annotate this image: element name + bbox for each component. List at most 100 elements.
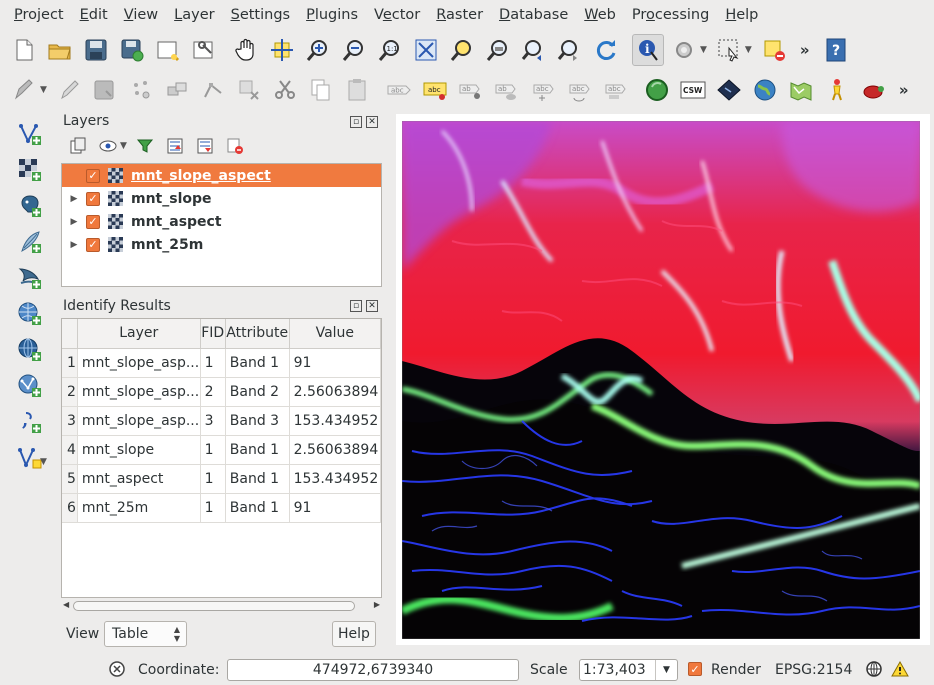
render-checkbox[interactable]: ✓: [688, 662, 702, 676]
save-project-icon[interactable]: [80, 34, 112, 66]
layer-item[interactable]: ▶ ✓ mnt_slope: [62, 187, 381, 210]
table-row[interactable]: 5 mnt_aspect 1 Band 1 153.434952: [62, 464, 381, 494]
zoom-next-icon[interactable]: [554, 34, 586, 66]
red-turtle-icon[interactable]: [857, 74, 889, 106]
close-panel-icon[interactable]: ✕: [366, 116, 378, 128]
layer-item[interactable]: ✓ mnt_slope_aspect: [62, 164, 381, 187]
label-show-hide-icon[interactable]: ab: [491, 74, 523, 106]
scale-combobox[interactable]: 1:73,403 ▼: [579, 659, 678, 681]
add-group-icon[interactable]: [66, 134, 90, 158]
expand-all-icon[interactable]: [163, 134, 187, 158]
label-icon[interactable]: abc: [383, 74, 415, 106]
table-row[interactable]: 6 mnt_25m 1 Band 1 91: [62, 493, 381, 523]
map-canvas[interactable]: [396, 114, 930, 645]
collapse-all-icon[interactable]: [193, 134, 217, 158]
identify-icon[interactable]: i: [632, 34, 664, 66]
new-print-composer-icon[interactable]: [152, 34, 184, 66]
georeferencer-icon[interactable]: [713, 74, 745, 106]
zoom-in-icon[interactable]: [302, 34, 334, 66]
add-wcs-layer-icon[interactable]: [14, 334, 46, 366]
menu-view[interactable]: View: [116, 0, 166, 30]
layer-visibility-checkbox[interactable]: ✓: [86, 168, 100, 183]
layer-item[interactable]: ▶ ✓ mnt_aspect: [62, 210, 381, 233]
column-header-layer[interactable]: Layer: [77, 319, 201, 349]
visibility-dropdown-arrow[interactable]: ▼: [120, 141, 127, 151]
edit-pencil-icon[interactable]: [53, 74, 85, 106]
select-dropdown-arrow[interactable]: ▼: [745, 45, 752, 55]
add-spatialite-layer-icon[interactable]: [14, 226, 46, 258]
warning-icon[interactable]: [891, 660, 909, 682]
menu-database[interactable]: Database: [491, 0, 576, 30]
menu-help[interactable]: Help: [717, 0, 766, 30]
menu-settings[interactable]: Settings: [223, 0, 299, 30]
toolbar1-more[interactable]: »: [800, 41, 810, 59]
table-row[interactable]: 4 mnt_slope 1 Band 1 2.56063894: [62, 435, 381, 465]
deselect-icon[interactable]: [758, 34, 790, 66]
add-wms-layer-icon[interactable]: [14, 298, 46, 330]
messages-icon[interactable]: [108, 660, 126, 682]
menu-edit[interactable]: Edit: [72, 0, 116, 30]
table-row[interactable]: 3 mnt_slope_asp... 3 Band 3 153.434952: [62, 406, 381, 436]
help-button[interactable]: Help: [332, 621, 376, 647]
close-panel-icon[interactable]: ✕: [366, 300, 378, 312]
composer-manager-icon[interactable]: [188, 34, 220, 66]
yellow-figure-icon[interactable]: [821, 74, 853, 106]
column-header-attribute[interactable]: Attribute: [225, 319, 290, 349]
menu-vector[interactable]: Vector: [366, 0, 428, 30]
label-move-icon[interactable]: abc: [527, 74, 559, 106]
help-icon[interactable]: ?: [820, 34, 852, 66]
zoom-last-icon[interactable]: [518, 34, 550, 66]
node-tool-icon[interactable]: [197, 74, 229, 106]
menu-raster[interactable]: Raster: [428, 0, 491, 30]
add-feature-icon[interactable]: [125, 74, 157, 106]
refresh-icon[interactable]: [590, 34, 622, 66]
earth-icon[interactable]: [749, 74, 781, 106]
scrollbar-thumb[interactable]: [73, 601, 355, 611]
zoom-actual-size-icon[interactable]: 1:1: [374, 34, 406, 66]
add-mssql-layer-icon[interactable]: [14, 262, 46, 294]
copy-features-icon[interactable]: [305, 74, 337, 106]
table-row[interactable]: 1 mnt_slope_asp... 1 Band 1 91: [62, 348, 381, 378]
label-change-icon[interactable]: abc: [599, 74, 631, 106]
coordinate-field[interactable]: 474972,6739340: [227, 659, 519, 681]
identify-horizontal-scrollbar[interactable]: ◀ ▶: [61, 598, 382, 614]
scroll-right-icon[interactable]: ▶: [374, 600, 380, 609]
save-edits-icon[interactable]: [89, 74, 121, 106]
zoom-out-icon[interactable]: [338, 34, 370, 66]
digitize-dropdown-arrow[interactable]: ▼: [40, 85, 47, 95]
move-feature-icon[interactable]: [161, 74, 193, 106]
csw-icon[interactable]: CSW: [677, 74, 709, 106]
open-project-icon[interactable]: [44, 34, 76, 66]
layer-item[interactable]: ▶ ✓ mnt_25m: [62, 233, 381, 256]
zoom-to-layer-icon[interactable]: [482, 34, 514, 66]
add-postgis-layer-icon[interactable]: [14, 190, 46, 222]
menu-layer[interactable]: Layer: [166, 0, 222, 30]
paste-features-icon[interactable]: [341, 74, 373, 106]
pan-to-selection-icon[interactable]: [266, 34, 298, 66]
expander-icon[interactable]: ▶: [62, 217, 86, 227]
add-wfs-layer-icon[interactable]: [14, 370, 46, 402]
zoom-full-icon[interactable]: [410, 34, 442, 66]
filter-legend-icon[interactable]: [133, 134, 157, 158]
globe-green-icon[interactable]: [641, 74, 673, 106]
expander-icon[interactable]: ▶: [62, 194, 86, 204]
toolbar2-more[interactable]: »: [899, 81, 909, 99]
digitize-icon[interactable]: [8, 74, 40, 106]
add-raster-layer-icon[interactable]: [14, 154, 46, 186]
menu-project[interactable]: Project: [6, 0, 72, 30]
action-icon[interactable]: [668, 34, 700, 66]
menu-plugins[interactable]: Plugins: [298, 0, 366, 30]
scroll-left-icon[interactable]: ◀: [63, 600, 69, 609]
crs-label[interactable]: EPSG:2154: [775, 662, 852, 678]
zoom-to-selection-icon[interactable]: [446, 34, 478, 66]
select-features-icon[interactable]: [713, 34, 745, 66]
view-select[interactable]: Table ▲ ▼: [104, 621, 187, 647]
column-header-fid[interactable]: FID: [200, 319, 226, 349]
add-delimited-text-icon[interactable]: ,: [14, 406, 46, 438]
panel-splitter[interactable]: [386, 113, 392, 653]
column-header-value[interactable]: Value: [289, 319, 381, 349]
float-panel-icon[interactable]: ▫: [350, 116, 362, 128]
save-as-icon[interactable]: [116, 34, 148, 66]
new-layer-dropdown-arrow[interactable]: ▼: [40, 457, 47, 467]
float-panel-icon[interactable]: ▫: [350, 300, 362, 312]
